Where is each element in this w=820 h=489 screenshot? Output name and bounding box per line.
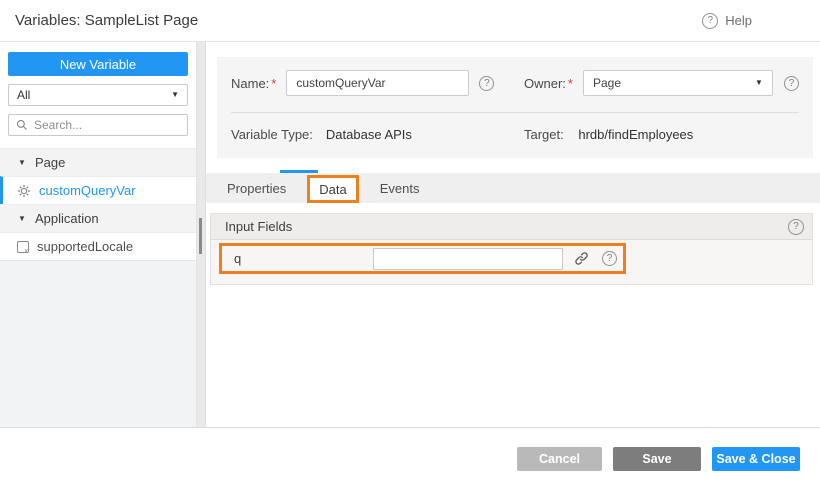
sidebar-scrollbar-track [197,42,206,427]
name-owner-row: Name: * Owner: * Page ▼ [231,70,799,96]
variable-detail-panel: Name: * Owner: * Page ▼ [206,42,820,427]
variables-dialog: Variables: SampleList Page Help New Vari… [0,0,820,489]
variable-type-label: Variable Type: [231,127,313,142]
owner-help-icon[interactable] [784,76,799,91]
help-circle-icon [702,13,718,29]
name-input[interactable] [286,70,469,96]
tab-data[interactable]: Data [307,175,358,203]
variables-sidebar: New Variable All ▼ ▼ Page [0,42,197,427]
tab-events[interactable]: Events [359,173,441,203]
target-group: Target: hrdb/findEmployees [524,127,693,142]
owner-field-group: Owner: * Page ▼ [524,70,799,96]
input-fields-section: Input Fields q [210,213,813,285]
variable-type-group: Variable Type: Database APIs [231,127,524,142]
required-marker: * [271,76,276,91]
tree-group-label: Page [35,155,65,170]
name-field-group: Name: * [231,70,524,96]
name-label: Name: [231,76,269,91]
save-button[interactable]: Save [613,447,701,471]
owner-selected-value: Page [593,76,621,90]
search-box [8,114,188,136]
required-marker: * [568,76,573,91]
tree-item-label: customQueryVar [39,183,136,198]
tab-properties[interactable]: Properties [206,173,307,203]
page-title: Variables: SampleList Page [15,12,198,29]
dialog-body: New Variable All ▼ ▼ Page [0,42,820,428]
panel-divider [231,112,799,113]
type-target-row: Variable Type: Database APIs Target: hrd… [231,127,799,142]
dialog-footer: Cancel Save Save & Close [0,428,820,489]
input-field-row-q: q [219,243,626,274]
dialog-header: Variables: SampleList Page Help [0,0,820,42]
sidebar-scrollbar-thumb[interactable] [199,218,202,254]
help-link[interactable]: Help [702,13,752,29]
variable-filter-select[interactable]: All ▼ [8,84,188,106]
search-icon [16,119,28,131]
filter-selected-value: All [17,88,30,102]
input-fields-title: Input Fields [225,219,292,234]
input-fields-body: q [211,240,812,284]
collapse-triangle-icon: ▼ [18,158,27,167]
variable-type-value: Database APIs [326,127,412,142]
model-variable-icon [17,241,29,253]
variables-tree: ▼ Page customQueryVar [0,148,196,260]
target-value: hrdb/findEmployees [578,127,693,142]
input-fields-header: Input Fields [211,214,812,240]
owner-label: Owner: [524,76,566,91]
variable-summary-panel: Name: * Owner: * Page ▼ [217,57,813,158]
tree-group-application[interactable]: ▼ Application [0,204,196,232]
new-variable-button[interactable]: New Variable [8,52,188,76]
tree-item-label: supportedLocale [37,239,133,254]
tree-group-label: Application [35,211,99,226]
tree-item-customqueryvar[interactable]: customQueryVar [0,176,196,204]
chevron-down-icon: ▼ [755,79,763,87]
tree-item-supportedlocale[interactable]: supportedLocale [0,232,196,260]
field-q-input[interactable] [373,248,563,270]
help-label: Help [725,13,752,28]
sidebar-controls: New Variable All ▼ [0,42,196,136]
field-help-icon[interactable] [602,251,617,266]
tree-group-page[interactable]: ▼ Page [0,148,196,176]
sidebar-filler [0,260,196,427]
active-tab-indicator [280,170,318,173]
owner-select[interactable]: Page ▼ [583,70,773,96]
chevron-down-icon: ▼ [171,91,179,99]
input-fields-help-icon[interactable] [788,219,804,235]
target-label: Target: [524,127,564,142]
service-variable-icon [17,184,31,198]
tab-strip: Properties Data Events [206,173,820,203]
cancel-button[interactable]: Cancel [517,447,602,471]
collapse-triangle-icon: ▼ [18,214,27,223]
save-and-close-button[interactable]: Save & Close [712,447,800,471]
search-input[interactable] [34,118,180,132]
name-help-icon[interactable] [479,76,494,91]
field-label: q [222,251,373,266]
bind-link-icon[interactable] [574,251,589,266]
